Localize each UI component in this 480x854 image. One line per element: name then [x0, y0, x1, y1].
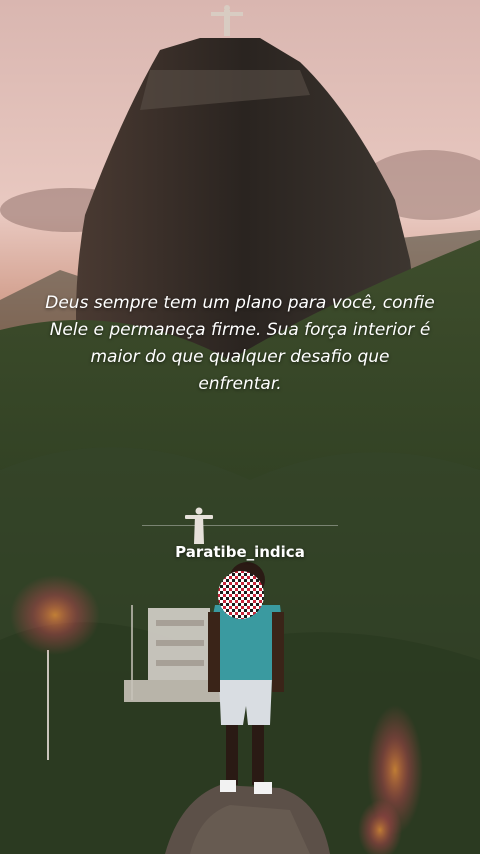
quote-line: Nele e permaneça firme. Sua força interi… [49, 320, 431, 340]
quote-text: Deus sempre tem um plano para você, conf… [40, 290, 440, 398]
quote-line: Deus sempre tem um plano para você, conf… [45, 293, 435, 313]
christ-the-redeemer-icon [185, 507, 213, 544]
video-frame: Deus sempre tem um plano para você, conf… [0, 0, 480, 854]
face-blur-icon [218, 571, 264, 619]
background-photo [0, 0, 480, 854]
quote-line: maior do que qualquer desafio que [90, 347, 390, 367]
watermark-username[interactable]: Paratibe_indica [140, 543, 340, 561]
watermark-divider [142, 525, 338, 526]
quote-line: enfrentar. [198, 374, 282, 394]
